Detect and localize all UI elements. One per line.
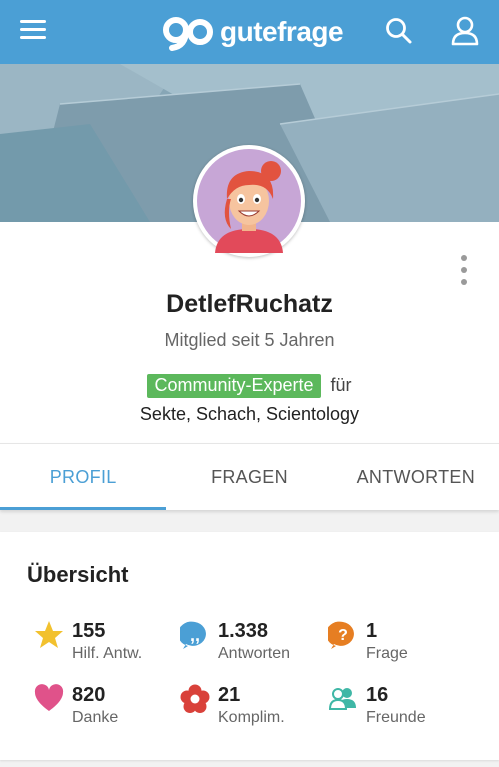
quote-bubble-icon: ,, (180, 621, 206, 649)
question-bubble-icon: ? (328, 621, 354, 649)
user-icon[interactable] (450, 15, 480, 47)
stat-label: Freunde (366, 709, 426, 726)
member-since: Mitglied seit 5 Jahren (164, 330, 335, 350)
stat-friends[interactable]: 16 Freunde (328, 684, 478, 734)
stat-label: Frage (366, 645, 408, 662)
stat-value: 155 (72, 620, 106, 642)
stat-compliments[interactable]: 21 Komplim. (180, 684, 330, 734)
avatar[interactable] (193, 145, 305, 257)
svg-text:,,: ,, (190, 625, 200, 645)
heart-icon (34, 684, 64, 711)
stat-value: 820 (72, 684, 106, 706)
stat-value: 21 (218, 684, 241, 706)
hamburger-menu-icon[interactable] (20, 20, 46, 42)
gutefrage-logo[interactable]: gutefrage (162, 12, 344, 52)
profile-username: DetlefRuchatz (166, 290, 333, 318)
community-expert-badge[interactable]: Community-Experte (147, 374, 321, 398)
stat-value: 16 (366, 684, 389, 706)
overview-title: Übersicht (27, 562, 129, 587)
stat-label: Antworten (218, 645, 291, 662)
star-icon (35, 621, 63, 648)
svg-text:?: ? (338, 627, 348, 644)
stat-value: 1.338 (218, 620, 269, 642)
stat-answers[interactable]: ,, 1.338 Antworten (180, 620, 330, 670)
logo-mark-icon (163, 17, 213, 51)
stat-label: Hilf. Antw. (72, 645, 143, 662)
friends-icon (328, 688, 356, 710)
badge-suffix: für (330, 375, 352, 395)
stat-helpful-answers[interactable]: 155 Hilf. Antw. (34, 620, 184, 670)
search-icon[interactable] (384, 16, 414, 46)
tab-fragen[interactable]: FRAGEN (166, 444, 332, 510)
top-app-bar: gutefrage (0, 0, 499, 64)
tab-profil[interactable]: PROFIL (0, 444, 167, 510)
logo-text: gutefrage (220, 16, 344, 47)
more-options-icon[interactable] (455, 255, 473, 285)
stat-label: Danke (72, 709, 119, 726)
flower-icon (180, 684, 210, 713)
profile-tabs: PROFIL FRAGEN ANTWORTEN (0, 443, 499, 510)
expert-line: Community-Experte für (0, 374, 499, 398)
stat-label: Komplim. (218, 709, 285, 726)
stat-value: 1 (366, 620, 378, 642)
expert-topics[interactable]: Sekte, Schach, Scientology (0, 404, 499, 425)
stat-thanks[interactable]: 820 Danke (34, 684, 184, 734)
tab-antworten[interactable]: ANTWORTEN (333, 444, 499, 510)
overview-card: Übersicht 155 Hilf. Antw. ,, 1.338 Antwo… (0, 532, 499, 760)
stat-questions[interactable]: ? 1 Frage (328, 620, 478, 670)
